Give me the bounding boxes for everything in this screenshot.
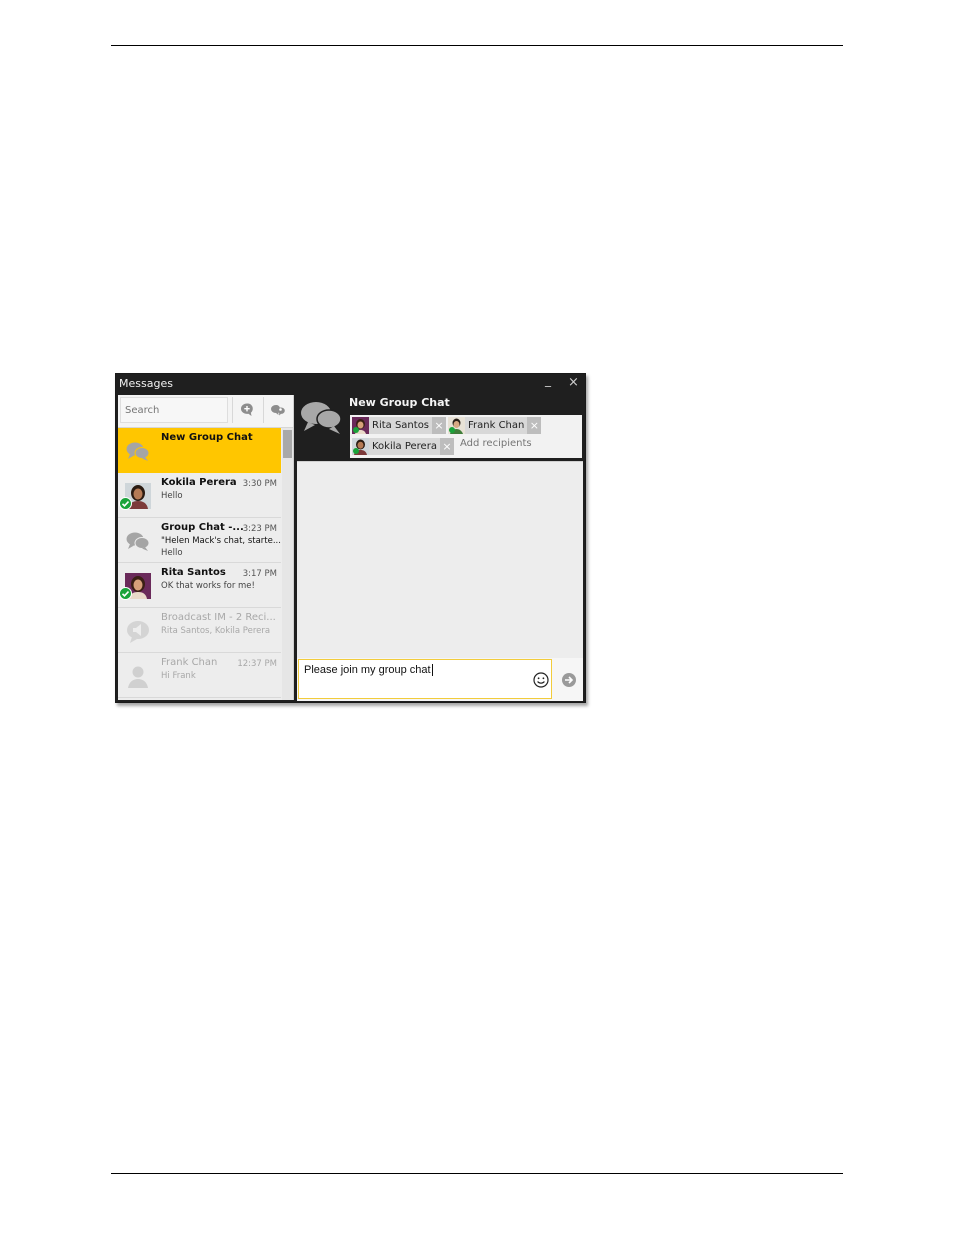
- conversation-preview: Hello: [161, 491, 183, 501]
- footer-rule: [111, 1173, 843, 1174]
- compose-area: Please join my group chat: [297, 658, 583, 701]
- conversation-time: 3:23 PM: [242, 524, 277, 534]
- send-icon[interactable]: [560, 671, 578, 689]
- recipient-name: Frank Chan: [468, 420, 525, 431]
- group-chat-icon: [271, 404, 285, 416]
- messages-window: Messages _ × Search New Group Chat Kokil…: [115, 373, 586, 703]
- add-recipients-input[interactable]: [460, 438, 580, 449]
- chat-header: New Group Chat Rita Santos × Frank Chan …: [295, 395, 585, 460]
- conversation-name: Rita Santos: [161, 567, 226, 578]
- recipient-chip-frank-chan[interactable]: Frank Chan ×: [448, 417, 542, 434]
- recipient-name: Rita Santos: [372, 420, 430, 431]
- conversation-panel: New Group Chat Kokila Perera 3:30 PM Hel…: [118, 395, 294, 700]
- broadcast-icon: [127, 621, 149, 643]
- conversation-item-new-group-chat[interactable]: New Group Chat: [118, 428, 281, 473]
- frank-avatar: [448, 417, 465, 434]
- conversation-preview: "Helen Mack's chat, starte...: [161, 536, 281, 546]
- conversation-item-group-chat[interactable]: Group Chat -... 3:23 PM "Helen Mack's ch…: [118, 518, 281, 563]
- recipient-name: Kokila Perera: [372, 441, 437, 452]
- conversation-item-kokila-perera[interactable]: Kokila Perera 3:30 PM Hello: [118, 473, 281, 518]
- group-chat-large-icon: [301, 402, 342, 434]
- remove-recipient-button[interactable]: ×: [432, 417, 447, 434]
- rita-avatar: [352, 417, 369, 434]
- conversation-preview: OK that works for me!: [161, 581, 255, 591]
- search-bar: [118, 395, 293, 428]
- close-button[interactable]: ×: [568, 375, 579, 391]
- group-chat-avatar-icon: [126, 532, 150, 551]
- conversation-time: 3:17 PM: [242, 569, 277, 579]
- kokila-avatar: [352, 438, 369, 455]
- conversation-item-broadcast[interactable]: Broadcast IM - 2 Reci... Rita Santos, Ko…: [118, 608, 281, 653]
- message-input[interactable]: Please join my group chat: [298, 659, 552, 699]
- chat-panel: New Group Chat Rita Santos × Frank Chan …: [295, 395, 585, 702]
- title-bar[interactable]: Messages _ ×: [116, 374, 585, 394]
- conversation-name: Kokila Perera: [161, 477, 237, 488]
- group-chat-avatar-icon: [126, 442, 150, 461]
- available-status-icon: [119, 497, 132, 510]
- available-status-icon: [119, 587, 132, 600]
- window-title: Messages: [119, 377, 173, 390]
- conversation-name: Broadcast IM - 2 Reci...: [161, 612, 276, 623]
- conversation-time: 3:30 PM: [242, 479, 277, 489]
- minimize-button[interactable]: _: [545, 374, 551, 388]
- chat-title: New Group Chat: [349, 396, 450, 409]
- new-chat-button[interactable]: [232, 397, 261, 423]
- add-chat-icon: [240, 403, 253, 416]
- remove-recipient-button[interactable]: ×: [439, 438, 454, 455]
- conversation-preview: Rita Santos, Kokila Perera: [161, 626, 271, 636]
- group-chat-button[interactable]: [263, 397, 292, 423]
- default-avatar-icon: [128, 666, 148, 688]
- search-input[interactable]: [120, 397, 228, 423]
- message-text: Please join my group chat: [304, 664, 431, 676]
- text-cursor: [431, 664, 433, 676]
- conversation-preview: Hi Frank: [161, 671, 196, 681]
- emoticon-icon[interactable]: [533, 672, 549, 688]
- conversation-name: Group Chat -...: [161, 522, 244, 533]
- conversation-name: Frank Chan: [161, 657, 218, 668]
- recipient-chip-rita-santos[interactable]: Rita Santos ×: [352, 417, 447, 434]
- scrollbar-track[interactable]: [282, 428, 293, 700]
- header-rule: [111, 45, 843, 46]
- remove-recipient-button[interactable]: ×: [527, 417, 542, 434]
- recipients-field[interactable]: Rita Santos × Frank Chan × Kokila Perera…: [349, 414, 583, 459]
- conversation-list: New Group Chat Kokila Perera 3:30 PM Hel…: [118, 428, 281, 700]
- conversation-area: [297, 461, 583, 659]
- recipient-chip-kokila-perera[interactable]: Kokila Perera ×: [352, 438, 454, 455]
- conversation-item-frank-chan[interactable]: Frank Chan 12:37 PM Hi Frank: [118, 653, 281, 698]
- scrollbar-thumb[interactable]: [283, 430, 292, 458]
- conversation-preview-line2: Hello: [161, 548, 183, 558]
- conversation-time: 12:37 PM: [237, 659, 277, 669]
- conversation-item-rita-santos[interactable]: Rita Santos 3:17 PM OK that works for me…: [118, 563, 281, 608]
- conversation-name: New Group Chat: [161, 432, 253, 443]
